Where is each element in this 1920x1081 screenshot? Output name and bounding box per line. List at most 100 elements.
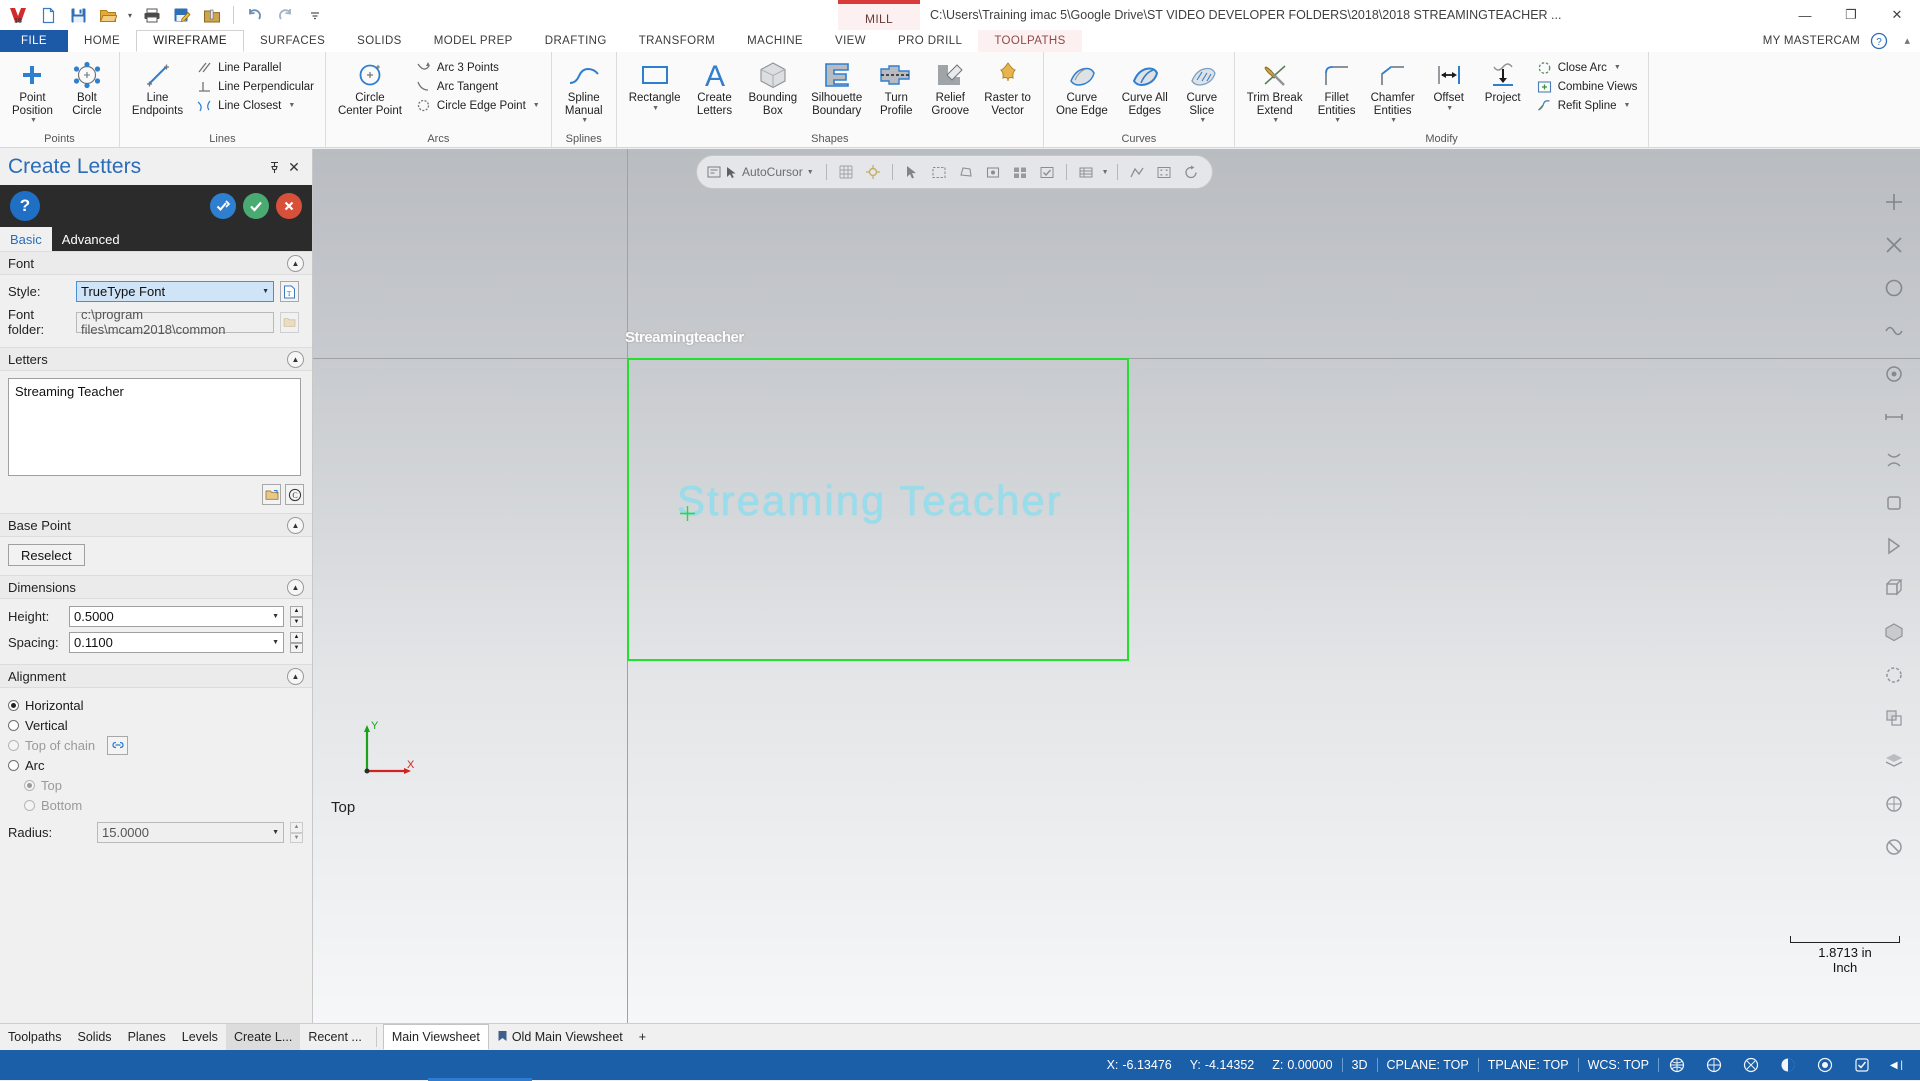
panel-dock-tab-solids[interactable]: Solids <box>70 1024 120 1050</box>
close-button[interactable]: ✕ <box>1874 0 1920 30</box>
ribbon-button-rectangle[interactable]: Rectangle ▼ <box>623 56 687 114</box>
panel-dock-tab-toolpaths[interactable]: Toolpaths <box>0 1024 70 1050</box>
blank-icon[interactable] <box>1879 832 1909 862</box>
pin-icon[interactable] <box>264 157 284 177</box>
ribbon-button-point-position[interactable]: Point Position ▼ <box>6 56 59 126</box>
height-input[interactable]: 0.5000 ▼ <box>69 606 284 627</box>
panel-dock-tab-levels[interactable]: Levels <box>174 1024 226 1050</box>
chevron-down-icon-spacing[interactable]: ▼ <box>272 639 279 646</box>
section-header-base-point[interactable]: Base Point ▲ <box>0 513 312 537</box>
ribbon-button-chamfer-entities[interactable]: Chamfer Entities ▼ <box>1365 56 1421 126</box>
ribbon-button-combine-views[interactable]: Combine Views <box>1531 77 1643 96</box>
chevron-up-icon-base-point[interactable]: ▲ <box>287 516 304 534</box>
letters-textarea[interactable] <box>8 378 301 476</box>
section-header-letters[interactable]: Letters ▲ <box>0 347 312 371</box>
ribbon-button-fillet-entities[interactable]: Fillet Entities ▼ <box>1311 56 1363 126</box>
panel-action-toolbar[interactable]: ? <box>0 185 312 227</box>
alignment-option-bottom[interactable]: Bottom <box>8 795 304 815</box>
height-stepper[interactable]: ▲ ▼ <box>290 606 303 627</box>
ribbon-button-relief-groove[interactable]: Relief Groove <box>924 56 976 119</box>
ribbon-button-bounding-box[interactable]: Bounding Box <box>743 56 804 119</box>
folder-browse-icon[interactable] <box>280 311 299 333</box>
globe-wcs-icon[interactable] <box>1733 1056 1770 1075</box>
truetype-browse-icon[interactable]: T <box>280 281 299 302</box>
minimize-button[interactable]: — <box>1782 0 1828 30</box>
alignment-option-top-of-chain[interactable]: Top of chain <box>8 735 304 755</box>
chevron-down-icon[interactable]: ▼ <box>652 105 659 112</box>
levels-icon[interactable] <box>1075 161 1097 183</box>
autocursor-toolbar[interactable]: AutoCursor ▼ ▼ <box>696 155 1213 189</box>
redo-icon[interactable] <box>273 3 297 27</box>
radio-icon[interactable] <box>24 779 35 791</box>
viewsheet-tab-main-viewsheet[interactable]: Main Viewsheet <box>382 1024 489 1050</box>
quick-access-toolbar[interactable]: 18 ▾ <box>0 0 327 30</box>
unzoom-icon[interactable] <box>1879 230 1909 260</box>
ribbon-button-raster-to-vector[interactable]: Raster to Vector <box>978 56 1037 119</box>
window-controls[interactable]: — ❐ ✕ <box>1782 0 1920 30</box>
grid-snap-icon[interactable] <box>835 161 857 183</box>
ribbon-tab-file[interactable]: FILE <box>0 30 68 52</box>
new-file-icon[interactable] <box>36 3 60 27</box>
letters-tools[interactable]: C <box>8 479 304 505</box>
chevron-down-icon[interactable]: ▼ <box>1199 117 1206 124</box>
mastercam-logo-icon[interactable]: 18 <box>6 3 30 27</box>
apply-and-create-new-operation-icon[interactable] <box>210 193 236 219</box>
ribbon-tab-surfaces[interactable]: SURFACES <box>244 30 341 52</box>
origin-icon[interactable] <box>862 161 884 183</box>
right-view-icon[interactable] <box>1879 531 1909 561</box>
bottom-tab-bar[interactable]: Toolpaths Solids Planes Levels Create L... Re… <box>0 1023 1920 1050</box>
chevron-down-icon[interactable]: ▼ <box>1272 117 1279 124</box>
my-mastercam-link[interactable]: MY MASTERCAM <box>1763 30 1860 52</box>
alignment-option-vertical[interactable]: Vertical <box>8 715 304 735</box>
panel-tab-basic[interactable]: Basic <box>0 227 52 251</box>
translucency-icon[interactable] <box>1879 703 1909 733</box>
dynamic-rotate-icon[interactable] <box>1879 316 1909 346</box>
ribbon-tab-transform[interactable]: TRANSFORM <box>623 30 731 52</box>
customize-qat-icon[interactable] <box>303 3 327 27</box>
collapse-ribbon-icon[interactable]: ▴ <box>1904 34 1910 47</box>
open-text-file-icon[interactable] <box>262 484 281 505</box>
zip2go-icon[interactable] <box>200 3 224 27</box>
ribbon-tab-pro-drill[interactable]: PRO DRILL <box>882 30 978 52</box>
ribbon-button-trim-break-extend[interactable]: Trim Break Extend ▼ <box>1241 56 1309 126</box>
all-entities-icon[interactable] <box>1009 161 1031 183</box>
levels-dropdown-caret[interactable]: ▼ <box>1102 169 1109 176</box>
chevron-down-icon[interactable]: ▼ <box>1390 117 1397 124</box>
chevron-down-icon[interactable]: ▼ <box>1614 64 1621 71</box>
ribbon-tab-model-prep[interactable]: MODEL PREP <box>418 30 529 52</box>
ribbon-button-circle-center-point[interactable]: Circle Center Point <box>332 56 408 119</box>
cancel-button[interactable] <box>276 193 302 219</box>
ribbon-tab-view[interactable]: VIEW <box>819 30 882 52</box>
isometric-view-icon[interactable] <box>1879 402 1909 432</box>
panel-dock-tab-planes[interactable]: Planes <box>120 1024 174 1050</box>
hidden-lines-icon[interactable] <box>1879 660 1909 690</box>
analyze-icon[interactable] <box>1126 161 1148 183</box>
ok-button[interactable] <box>243 193 269 219</box>
ribbon-button-curve-slice[interactable]: Curve Slice ▼ <box>1176 56 1228 126</box>
ribbon-button-refit-spline[interactable]: Refit Spline ▼ <box>1531 96 1643 115</box>
repaint-icon[interactable] <box>1180 161 1202 183</box>
radius-stepper[interactable]: ▲ ▼ <box>290 822 303 843</box>
help-button[interactable]: ? <box>10 191 40 221</box>
pan-icon[interactable] <box>1879 359 1909 389</box>
ribbon-tab-home[interactable]: HOME <box>68 30 136 52</box>
ribbon-button-turn-profile[interactable]: Turn Profile <box>870 56 922 119</box>
ribbon-button-curve-all-edges[interactable]: Curve All Edges <box>1116 56 1174 119</box>
print-icon[interactable] <box>140 3 164 27</box>
ribbon-button-line-endpoints[interactable]: Line Endpoints <box>126 56 189 119</box>
restore-button[interactable]: ❐ <box>1828 0 1874 30</box>
graphics-viewport[interactable]: AutoCursor ▼ ▼ Streamingteacher Streamin… <box>313 149 1920 1023</box>
chevron-down-icon[interactable]: ▼ <box>533 102 540 109</box>
section-header-font[interactable]: Font ▲ <box>0 251 312 275</box>
panel-tab-strip[interactable]: Basic Advanced <box>0 227 312 251</box>
status-bar[interactable]: X: -6.13476 Y: -4.14352 Z: 0.00000 3D CPLANE: T… <box>0 1050 1920 1080</box>
ribbon-button-line-perpendicular[interactable]: Line Perpendicular <box>191 77 319 96</box>
ribbon-button-silhouette-boundary[interactable]: Silhouette Boundary <box>805 56 868 119</box>
ribbon-tab-toolpaths[interactable]: TOOLPATHS <box>978 30 1082 52</box>
ribbon-button-offset[interactable]: Offset ▼ <box>1423 56 1475 114</box>
zoom-window-icon[interactable] <box>1879 273 1909 303</box>
only-entities-icon[interactable] <box>1036 161 1058 183</box>
radio-icon[interactable] <box>8 699 19 711</box>
radio-icon[interactable] <box>24 799 35 811</box>
ribbon-button-circle-edge-point[interactable]: Circle Edge Point ▼ <box>410 96 545 115</box>
